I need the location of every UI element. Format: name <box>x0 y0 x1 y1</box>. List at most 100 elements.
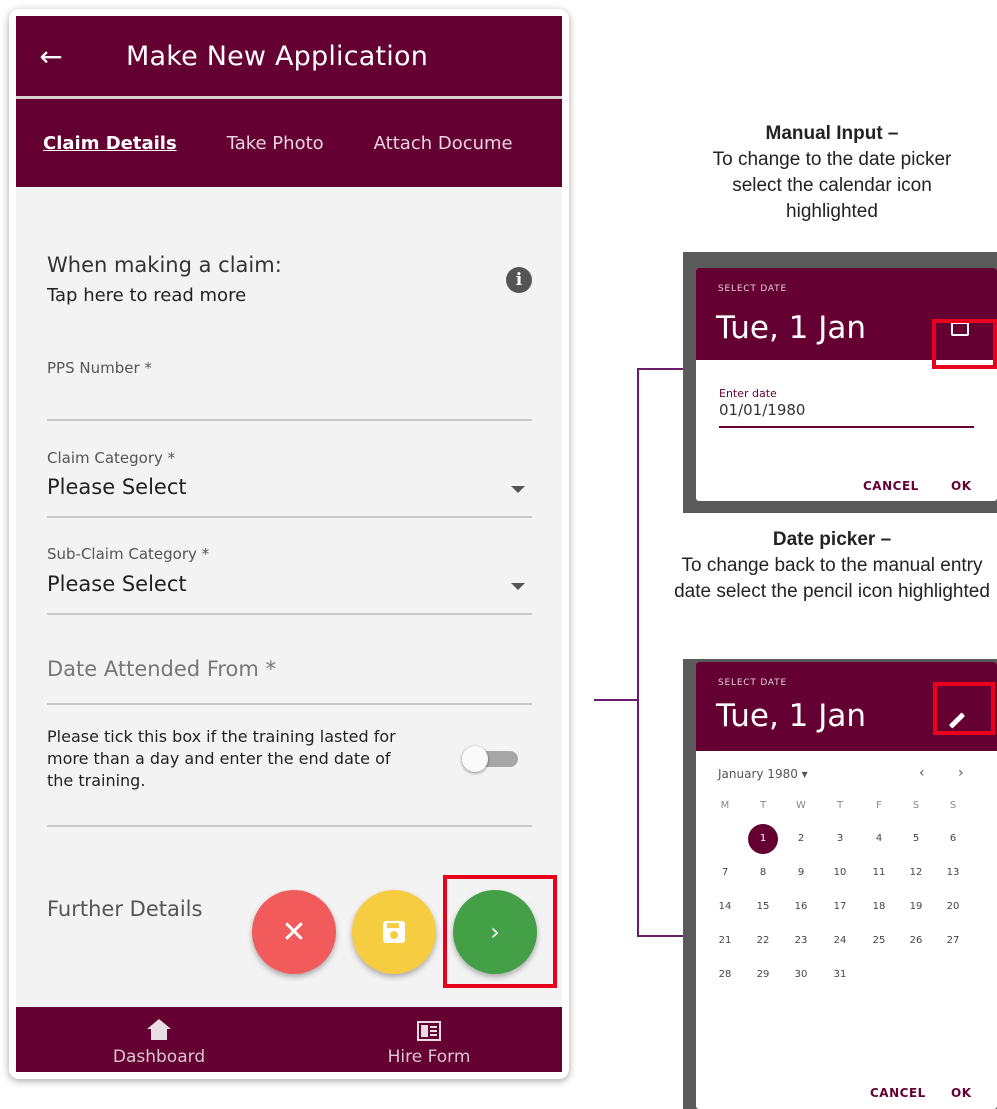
date-attended-from-underline <box>47 703 532 705</box>
app-bar: ← Make New Application <box>16 16 562 96</box>
calendar-day[interactable]: 10 <box>825 858 855 888</box>
claim-category-select[interactable] <box>47 439 532 515</box>
pps-number-input[interactable] <box>47 347 532 419</box>
tick-underline <box>47 825 532 827</box>
calendar-day[interactable]: 1 <box>748 824 778 854</box>
calendar-day[interactable]: 6 <box>938 824 968 854</box>
connector-line <box>594 699 638 701</box>
cancel-button[interactable]: CANCEL <box>863 479 919 493</box>
page-title: Make New Application <box>126 40 429 72</box>
calendar-day[interactable]: 19 <box>901 892 931 922</box>
manual-input-annotation: Manual Input – To change to the date pic… <box>667 121 997 225</box>
manual-input-text: To change to the date picker select the … <box>712 149 952 222</box>
connector-top <box>637 368 683 370</box>
nav-dashboard-label: Dashboard <box>112 1047 206 1067</box>
manual-input-screenshot: SELECT DATE Tue, 1 Jan Enter date 01/01/… <box>683 252 997 513</box>
calendar-day[interactable]: 16 <box>786 892 816 922</box>
calendar-day[interactable]: 9 <box>786 858 816 888</box>
calendar-day[interactable]: 26 <box>901 926 931 956</box>
calendar-day[interactable]: 25 <box>864 926 894 956</box>
weekday-header: F <box>876 800 882 811</box>
calendar-day[interactable]: 11 <box>864 858 894 888</box>
enter-date-label: Enter date <box>719 387 777 400</box>
calendar-day[interactable]: 8 <box>748 858 778 888</box>
multi-day-training-toggle[interactable] <box>462 746 522 772</box>
info-icon[interactable]: i <box>506 267 532 293</box>
calendar-day[interactable]: 24 <box>825 926 855 956</box>
tab-bar: Claim Details Take Photo Attach Docume <box>16 99 562 187</box>
cancel-button[interactable]: CANCEL <box>870 1086 926 1100</box>
pps-number-underline <box>47 419 532 421</box>
calendar-day[interactable]: 3 <box>825 824 855 854</box>
calendar-day[interactable]: 7 <box>710 858 740 888</box>
nav-hire-form[interactable]: Hire Form <box>349 1007 509 1072</box>
claim-category-underline <box>47 516 532 518</box>
prev-month-button[interactable]: ‹ <box>919 765 925 781</box>
chevron-right-icon: › <box>490 918 500 946</box>
calendar-day[interactable]: 22 <box>748 926 778 956</box>
connector-bracket <box>637 368 639 937</box>
enter-date-underline <box>719 426 974 428</box>
ok-button[interactable]: OK <box>951 479 972 493</box>
selected-date-heading: Tue, 1 Jan <box>716 310 867 346</box>
date-picker-text: To change back to the manual entry date … <box>674 555 990 602</box>
select-date-label: SELECT DATE <box>718 678 787 688</box>
month-year-selector[interactable]: January 1980 ▾ <box>718 767 808 781</box>
tab-claim-details[interactable]: Claim Details <box>43 133 177 154</box>
picker-dialog-header: SELECT DATE Tue, 1 Jan <box>696 662 997 751</box>
bottom-navigation: Dashboard Hire Form <box>16 1007 562 1072</box>
home-icon <box>147 1019 171 1041</box>
multi-day-training-text: Please tick this box if the training las… <box>47 727 396 790</box>
manual-date-dialog: SELECT DATE Tue, 1 Jan Enter date 01/01/… <box>696 268 997 501</box>
further-details-heading: Further Details <box>47 897 203 921</box>
floppy-disk-icon <box>383 921 405 943</box>
date-picker-screenshot: SELECT DATE Tue, 1 Jan January 1980 ▾ ‹ … <box>683 659 997 1109</box>
selected-date-heading: Tue, 1 Jan <box>716 698 867 734</box>
calendar-day[interactable]: 5 <box>901 824 931 854</box>
save-button[interactable] <box>352 890 436 974</box>
calendar-icon[interactable] <box>951 320 969 336</box>
calendar-day[interactable]: 2 <box>786 824 816 854</box>
calendar-day[interactable]: 29 <box>748 960 778 990</box>
back-arrow-icon[interactable]: ← <box>16 40 86 73</box>
pencil-icon[interactable] <box>948 712 966 729</box>
form-icon <box>417 1021 441 1041</box>
date-attended-from-input[interactable] <box>47 637 532 703</box>
phone-screen: ← Make New Application Claim Details Tak… <box>9 9 569 1079</box>
next-button[interactable]: › <box>453 890 537 974</box>
select-date-label: SELECT DATE <box>718 284 787 294</box>
weekday-header: S <box>949 800 957 811</box>
date-picker-title: Date picker – <box>772 529 892 550</box>
calendar-day[interactable]: 12 <box>901 858 931 888</box>
calendar-day[interactable]: 23 <box>786 926 816 956</box>
calendar-day[interactable]: 30 <box>786 960 816 990</box>
weekday-header: W <box>796 800 806 811</box>
enter-date-input[interactable]: 01/01/1980 <box>719 401 805 419</box>
weekday-header: T <box>836 800 844 811</box>
date-picker-dialog: SELECT DATE Tue, 1 Jan January 1980 ▾ ‹ … <box>696 662 997 1109</box>
manual-dialog-header: SELECT DATE Tue, 1 Jan <box>696 268 997 360</box>
close-icon: ✕ <box>281 914 307 950</box>
info-subtext: Tap here to read more <box>47 285 247 306</box>
calendar-day[interactable]: 27 <box>938 926 968 956</box>
info-heading: When making a claim: <box>47 253 282 277</box>
calendar-day[interactable]: 14 <box>710 892 740 922</box>
nav-dashboard[interactable]: Dashboard <box>79 1007 239 1072</box>
claim-info-link[interactable]: When making a claim: Tap here to read mo… <box>47 253 527 306</box>
calendar-day[interactable]: 28 <box>710 960 740 990</box>
cancel-button[interactable]: ✕ <box>252 890 336 974</box>
next-month-button[interactable]: › <box>958 765 964 781</box>
calendar-day[interactable]: 13 <box>938 858 968 888</box>
calendar-day[interactable]: 4 <box>864 824 894 854</box>
ok-button[interactable]: OK <box>951 1086 972 1100</box>
calendar-day[interactable]: 21 <box>710 926 740 956</box>
calendar-day[interactable]: 20 <box>938 892 968 922</box>
calendar-day[interactable]: 15 <box>748 892 778 922</box>
calendar-day[interactable]: 17 <box>825 892 855 922</box>
tab-attach-documents[interactable]: Attach Docume <box>374 133 513 154</box>
sub-claim-category-select[interactable] <box>47 535 532 613</box>
calendar-day[interactable]: 18 <box>864 892 894 922</box>
tab-take-photo[interactable]: Take Photo <box>227 133 324 154</box>
calendar-day[interactable]: 31 <box>825 960 855 990</box>
date-picker-annotation: Date picker – To change back to the manu… <box>667 527 997 605</box>
